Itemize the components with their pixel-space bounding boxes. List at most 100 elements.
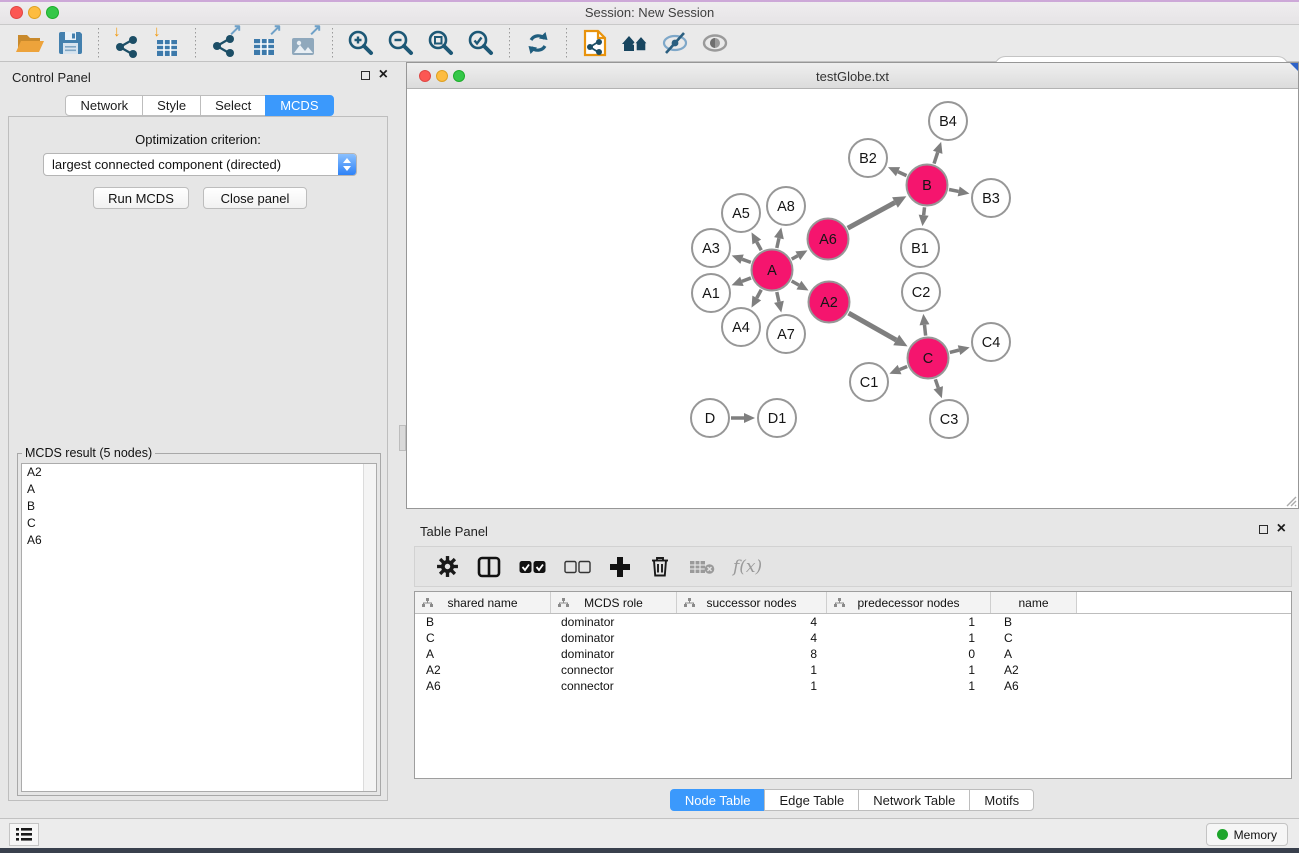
zoom-out-icon[interactable] — [384, 27, 418, 59]
graph-node-C1[interactable]: C1 — [850, 363, 888, 401]
graph-node-B[interactable]: B — [907, 165, 948, 206]
graph-edge-A2-C[interactable] — [849, 313, 897, 340]
result-scrollbar[interactable] — [363, 464, 376, 791]
deselect-all-checkboxes-icon[interactable] — [564, 553, 591, 581]
zoom-fit-icon[interactable] — [424, 27, 458, 59]
table-row[interactable]: Cdominator41C — [415, 630, 1291, 646]
close-panel-button[interactable]: Close panel — [203, 187, 307, 209]
graph-edge-A-A7[interactable] — [777, 292, 779, 302]
show-hide-panels-icon[interactable] — [618, 27, 652, 59]
close-table-panel-icon[interactable]: × — [1277, 524, 1286, 534]
float-table-panel-icon[interactable] — [1259, 525, 1268, 534]
tab-network-table[interactable]: Network Table — [858, 789, 970, 811]
graph-node-C2[interactable]: C2 — [902, 273, 940, 311]
graph-edge-A6-B[interactable] — [848, 202, 895, 228]
zoom-selected-icon[interactable] — [464, 27, 498, 59]
graph-node-B2[interactable]: B2 — [849, 139, 887, 177]
select-all-checkboxes-icon[interactable] — [519, 553, 546, 581]
graph-node-A3[interactable]: A3 — [692, 229, 730, 267]
tab-mcds[interactable]: MCDS — [265, 95, 333, 116]
graph-node-C[interactable]: C — [908, 338, 949, 379]
graph-edge-C-C1[interactable] — [900, 366, 908, 369]
window-resize-grip[interactable] — [1284, 494, 1297, 507]
delete-column-trash-icon[interactable] — [649, 553, 671, 581]
graph-node-D1[interactable]: D1 — [758, 399, 796, 437]
delete-table-icon[interactable] — [689, 553, 715, 581]
graph-edge-A-A2[interactable] — [792, 281, 799, 285]
graph-edge-C-C4[interactable] — [950, 350, 959, 352]
graph-node-A5[interactable]: A5 — [722, 194, 760, 232]
column-header-name[interactable]: name — [991, 592, 1077, 613]
graph-edge-B-B4[interactable] — [934, 152, 938, 163]
graph-node-D[interactable]: D — [691, 399, 729, 437]
table-row[interactable]: Adominator80A — [415, 646, 1291, 662]
panel-divider-grip[interactable] — [399, 425, 406, 451]
graph-edge-A-A1[interactable] — [742, 278, 751, 281]
column-header-shared-name[interactable]: shared name — [415, 592, 551, 613]
hide-graphics-details-icon[interactable] — [658, 27, 692, 59]
tab-edge-table[interactable]: Edge Table — [764, 789, 859, 811]
function-builder-button[interactable]: f(x) — [733, 553, 762, 581]
tab-style[interactable]: Style — [142, 95, 201, 116]
tab-network[interactable]: Network — [65, 95, 143, 116]
close-panel-icon[interactable]: × — [379, 70, 388, 80]
graph-edge-A-A3[interactable] — [742, 259, 751, 262]
float-panel-icon[interactable] — [361, 71, 370, 80]
mcds-result-item[interactable]: A2 — [22, 464, 376, 481]
column-manager-icon[interactable] — [477, 553, 501, 581]
graph-node-A8[interactable]: A8 — [767, 187, 805, 225]
save-session-icon[interactable] — [53, 27, 87, 59]
graph-edge-A-A8[interactable] — [777, 238, 779, 248]
tab-motifs[interactable]: Motifs — [969, 789, 1034, 811]
import-table-icon[interactable]: ↓ — [150, 27, 184, 59]
graph-node-A1[interactable]: A1 — [692, 274, 730, 312]
memory-button[interactable]: Memory — [1206, 823, 1288, 846]
table-row[interactable]: A2connector11A2 — [415, 662, 1291, 678]
graph-node-A[interactable]: A — [752, 250, 793, 291]
graph-edge-A-A5[interactable] — [757, 242, 761, 250]
graph-edge-A-A6[interactable] — [792, 256, 798, 259]
mcds-result-item[interactable]: C — [22, 515, 376, 532]
graph-edge-C-C3[interactable] — [935, 379, 938, 388]
mcds-result-item[interactable]: A — [22, 481, 376, 498]
add-column-icon[interactable] — [609, 553, 631, 581]
graph-edge-B-B1[interactable] — [924, 207, 925, 215]
column-header-successor-nodes[interactable]: successor nodes — [677, 592, 827, 613]
show-graphics-details-icon[interactable] — [698, 27, 732, 59]
export-network-icon[interactable]: ↗ — [207, 27, 241, 59]
status-menu-button[interactable] — [9, 823, 39, 846]
graph-node-A7[interactable]: A7 — [767, 315, 805, 353]
graph-edge-B-B2[interactable] — [898, 172, 907, 176]
network-window-titlebar[interactable]: testGlobe.txt — [407, 63, 1298, 89]
mcds-result-item[interactable]: B — [22, 498, 376, 515]
column-header-MCDS-role[interactable]: MCDS role — [551, 592, 677, 613]
graph-node-A2[interactable]: A2 — [809, 282, 850, 323]
network-from-selection-icon[interactable] — [578, 27, 612, 59]
network-canvas[interactable]: A A1 A2 A3 A4 A5 A6 A7 A8 B B1 B2 B3 B4 C C1 C2 C3 C4 D D1 — [407, 89, 1298, 508]
refresh-view-icon[interactable] — [521, 27, 555, 59]
tab-select[interactable]: Select — [200, 95, 266, 116]
graph-node-B3[interactable]: B3 — [972, 179, 1010, 217]
export-table-icon[interactable]: ↗ — [247, 27, 281, 59]
run-mcds-button[interactable]: Run MCDS — [93, 187, 189, 209]
graph-node-C3[interactable]: C3 — [930, 400, 968, 438]
optimization-criterion-dropdown[interactable]: largest connected component (directed) — [43, 153, 357, 176]
graph-node-B4[interactable]: B4 — [929, 102, 967, 140]
open-session-icon[interactable] — [13, 27, 47, 59]
table-settings-gear-icon[interactable] — [436, 553, 459, 581]
table-row[interactable]: A6connector11A6 — [415, 678, 1291, 694]
import-network-icon[interactable]: ↓ — [110, 27, 144, 59]
graph-node-C4[interactable]: C4 — [972, 323, 1010, 361]
graph-node-A4[interactable]: A4 — [722, 308, 760, 346]
table-row[interactable]: Bdominator41B — [415, 614, 1291, 630]
column-header-predecessor-nodes[interactable]: predecessor nodes — [827, 592, 991, 613]
graph-edge-B-B3[interactable] — [949, 189, 959, 191]
graph-edge-C-C2[interactable] — [924, 325, 925, 336]
mcds-result-item[interactable]: A6 — [22, 532, 376, 549]
zoom-in-icon[interactable] — [344, 27, 378, 59]
export-image-icon[interactable]: ↗ — [287, 27, 321, 59]
graph-edge-A-A4[interactable] — [757, 290, 761, 298]
tab-node-table[interactable]: Node Table — [670, 789, 766, 811]
graph-node-A6[interactable]: A6 — [808, 219, 849, 260]
graph-node-B1[interactable]: B1 — [901, 229, 939, 267]
